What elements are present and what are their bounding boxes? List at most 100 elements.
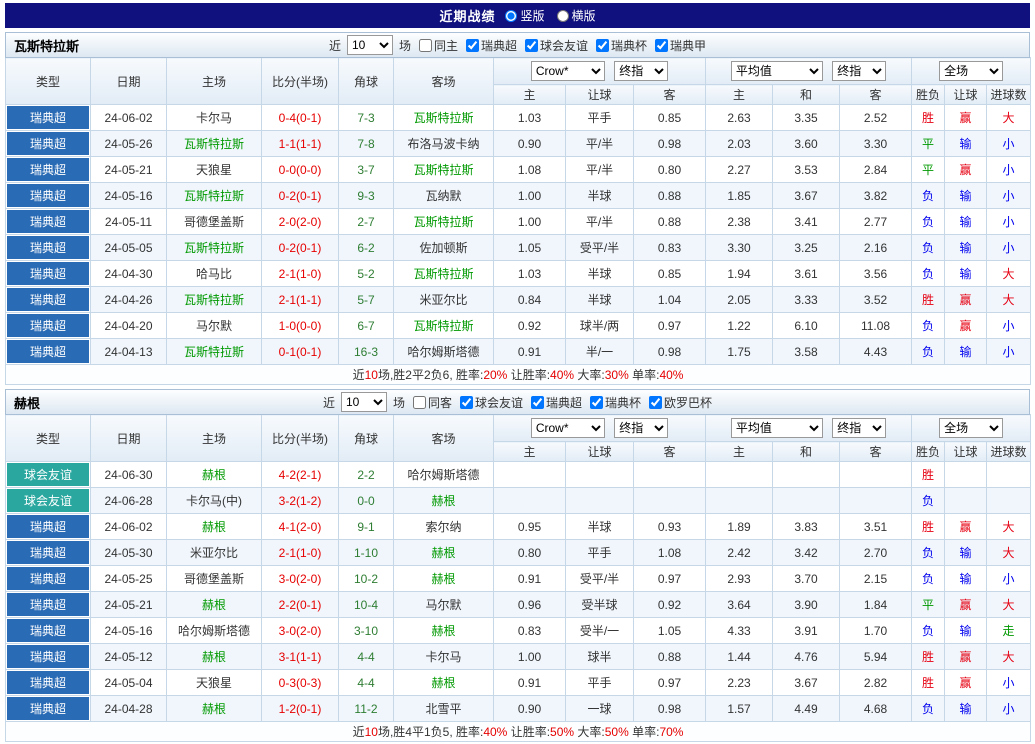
- handicap-away-odds-cell: 0.98: [634, 131, 706, 157]
- league-filter-checkbox[interactable]: [596, 39, 609, 52]
- average-odds-select[interactable]: 平均值: [731, 61, 823, 81]
- league-filter-checkbox[interactable]: [466, 39, 479, 52]
- match-scope-select[interactable]: 全场: [939, 61, 1003, 81]
- corners-cell: 2-7: [339, 209, 394, 235]
- final-odds-select[interactable]: 终指: [614, 418, 668, 438]
- away-team-cell: 赫根: [394, 488, 494, 514]
- handicap-result-cell: [945, 488, 987, 514]
- handicap-home-odds-cell: 1.00: [494, 183, 566, 209]
- avg-away-odds-cell: 3.30: [840, 131, 912, 157]
- handicap-home-odds-cell: 1.03: [494, 261, 566, 287]
- league-filter-checkbox[interactable]: [460, 396, 473, 409]
- top-bar: 近期战绩 竖版横版: [5, 3, 1030, 28]
- goals-result-cell: 小: [987, 183, 1031, 209]
- bookmaker-select[interactable]: Crow*: [531, 418, 605, 438]
- handicap-home-odds-cell: 0.90: [494, 131, 566, 157]
- match-row: 瑞典超 24-05-25 哥德堡盖斯 3-0(2-0) 10-2 赫根 0.91…: [6, 566, 1031, 592]
- match-scope-select[interactable]: 全场: [939, 418, 1003, 438]
- summary-text: 40%: [483, 725, 507, 739]
- sub-col-header: 主: [706, 85, 773, 105]
- avg-away-odds-cell: 2.82: [840, 670, 912, 696]
- away-team-cell: 赫根: [394, 540, 494, 566]
- home-team-cell: 赫根: [167, 592, 262, 618]
- league-filter[interactable]: 欧罗巴杯: [649, 394, 712, 411]
- summary-cell: 近10场,胜4平1负5, 胜率:40% 让胜率:50% 大率:50% 单率:70…: [6, 722, 1031, 742]
- handicap-away-odds-cell: 0.83: [634, 235, 706, 261]
- sub-col-header: 胜负: [912, 85, 945, 105]
- handicap-away-odds-cell: 0.92: [634, 592, 706, 618]
- avg-home-odds-cell: 2.63: [706, 105, 773, 131]
- same-side-checkbox[interactable]: [419, 39, 432, 52]
- result-group-header: 全场: [912, 415, 1031, 442]
- date-cell: 24-05-26: [91, 131, 167, 157]
- handicap-home-odds-cell: 0.91: [494, 339, 566, 365]
- layout-option-1[interactable]: 横版: [557, 7, 596, 24]
- avg-draw-odds-cell: 3.91: [773, 618, 840, 644]
- score-cell: 4-1(2-0): [262, 514, 339, 540]
- layout-switch: 竖版横版: [505, 7, 595, 24]
- team-name: 赫根: [14, 393, 40, 412]
- league-filter[interactable]: 瑞典甲: [655, 37, 706, 54]
- date-cell: 24-05-11: [91, 209, 167, 235]
- league-filter[interactable]: 球会友谊: [460, 394, 523, 411]
- average-odds-select[interactable]: 平均值: [731, 418, 823, 438]
- bookmaker-select[interactable]: Crow*: [531, 61, 605, 81]
- avg-draw-odds-cell: 3.33: [773, 287, 840, 313]
- league-cell: 瑞典超: [6, 670, 91, 696]
- final-odds-select-2[interactable]: 终指: [832, 418, 886, 438]
- league-filter-label: 欧罗巴杯: [664, 394, 712, 411]
- match-row: 球会友谊 24-06-30 赫根 4-2(2-1) 2-2 哈尔姆斯塔德 胜: [6, 462, 1031, 488]
- score-cell: 1-1(1-1): [262, 131, 339, 157]
- league-filter[interactable]: 球会友谊: [525, 37, 588, 54]
- handicap-result-cell: 赢: [945, 670, 987, 696]
- handicap-result-cell: 输: [945, 235, 987, 261]
- match-count-select[interactable]: 10: [347, 35, 393, 55]
- league-filter[interactable]: 瑞典杯: [590, 394, 641, 411]
- result-cell: 胜: [912, 462, 945, 488]
- score-cell: 2-0(2-0): [262, 209, 339, 235]
- avg-home-odds-cell: 1.94: [706, 261, 773, 287]
- layout-option-0[interactable]: 竖版: [505, 7, 544, 24]
- same-side-filter[interactable]: 同客: [413, 394, 452, 411]
- summary-text: 场,胜2平2负6, 胜率:: [378, 368, 483, 382]
- match-row: 瑞典超 24-04-26 瓦斯特拉斯 2-1(1-1) 5-7 米亚尔比 0.8…: [6, 287, 1031, 313]
- goals-result-cell: 大: [987, 592, 1031, 618]
- league-filter-checkbox[interactable]: [531, 396, 544, 409]
- away-team-cell: 布洛马波卡纳: [394, 131, 494, 157]
- same-side-filter[interactable]: 同主: [419, 37, 458, 54]
- league-filter[interactable]: 瑞典超: [466, 37, 517, 54]
- league-filter-checkbox[interactable]: [655, 39, 668, 52]
- handicap-away-odds-cell: 0.85: [634, 261, 706, 287]
- sub-col-header: 胜负: [912, 442, 945, 462]
- match-count-select[interactable]: 10: [341, 392, 387, 412]
- league-cell: 瑞典超: [6, 540, 91, 566]
- final-odds-select[interactable]: 终指: [614, 61, 668, 81]
- final-odds-select-2[interactable]: 终指: [832, 61, 886, 81]
- score-cell: 0-3(0-3): [262, 670, 339, 696]
- layout-radio-0[interactable]: [505, 10, 517, 22]
- league-filter-label: 瑞典杯: [611, 37, 647, 54]
- avg-away-odds-cell: 2.77: [840, 209, 912, 235]
- handicap-line-cell: 受半球: [566, 592, 634, 618]
- league-cell: 瑞典超: [6, 261, 91, 287]
- handicap-line-cell: 受平/半: [566, 566, 634, 592]
- home-team-cell: 瓦斯特拉斯: [167, 339, 262, 365]
- league-filter-checkbox[interactable]: [649, 396, 662, 409]
- league-filter[interactable]: 瑞典超: [531, 394, 582, 411]
- league-filter-checkbox[interactable]: [525, 39, 538, 52]
- handicap-result-cell: 赢: [945, 514, 987, 540]
- score-cell: 2-1(1-0): [262, 540, 339, 566]
- league-filter-checkbox[interactable]: [590, 396, 603, 409]
- handicap-result-cell: 输: [945, 618, 987, 644]
- score-cell: 0-0(0-0): [262, 157, 339, 183]
- goals-result-cell: 小: [987, 566, 1031, 592]
- avg-away-odds-cell: 2.70: [840, 540, 912, 566]
- col-header-corners: 角球: [339, 415, 394, 462]
- sub-col-header: 和: [773, 85, 840, 105]
- league-filter[interactable]: 瑞典杯: [596, 37, 647, 54]
- layout-radio-1[interactable]: [557, 10, 569, 22]
- handicap-result-cell: 输: [945, 566, 987, 592]
- same-side-checkbox[interactable]: [413, 396, 426, 409]
- handicap-result-cell: 赢: [945, 644, 987, 670]
- away-team-cell: 赫根: [394, 670, 494, 696]
